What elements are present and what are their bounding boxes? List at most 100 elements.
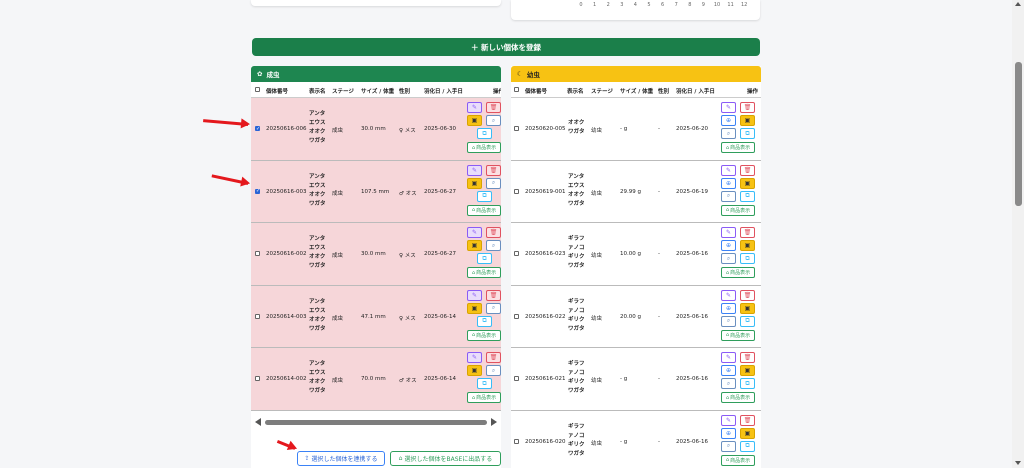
- add-individual-button[interactable]: ＋ 新しい個体を登録: [252, 38, 760, 56]
- edit-icon[interactable]: ✎: [467, 102, 482, 113]
- select-all-checkbox[interactable]: [514, 87, 519, 92]
- stage-up-icon[interactable]: ⊕: [721, 427, 736, 439]
- col-stage: ステージ: [332, 89, 354, 95]
- edit-icon[interactable]: ✎: [721, 164, 736, 176]
- size-cell: 30.0 mm: [361, 126, 386, 132]
- box-icon[interactable]: ▣: [740, 302, 755, 314]
- search-icon[interactable]: ⌕: [721, 190, 736, 202]
- scroll-down-arrow[interactable]: [1015, 461, 1021, 465]
- row-checkbox[interactable]: [255, 188, 260, 194]
- scroll-right-arrow[interactable]: [491, 418, 497, 426]
- trash-icon[interactable]: 🗑: [740, 414, 755, 426]
- row-checkbox[interactable]: [255, 251, 260, 256]
- copy-icon[interactable]: ⧉: [740, 253, 755, 264]
- copy-icon[interactable]: ⧉: [477, 253, 492, 264]
- trash-icon[interactable]: 🗑: [486, 102, 501, 113]
- base-list-button[interactable]: ⌂ 選択した個体をBASEに出品する: [390, 451, 501, 466]
- box-icon[interactable]: ▣: [740, 365, 755, 376]
- search-icon[interactable]: ⌕: [486, 240, 501, 251]
- box-icon[interactable]: ▣: [467, 365, 482, 376]
- shop-display-button[interactable]: ⌂ 商品表示: [467, 329, 501, 341]
- shop-display-button[interactable]: ⌂ 商品表示: [467, 267, 501, 278]
- trash-icon[interactable]: 🗑: [486, 352, 501, 363]
- box-icon[interactable]: ▣: [467, 240, 482, 251]
- copy-icon[interactable]: ⧉: [477, 378, 492, 389]
- trash-icon[interactable]: 🗑: [486, 227, 501, 238]
- shop-display-button[interactable]: ⌂ 商品表示: [467, 204, 501, 216]
- copy-icon[interactable]: ⧉: [740, 378, 755, 389]
- stage-up-icon[interactable]: ⊕: [721, 177, 736, 189]
- stage-up-icon[interactable]: ⊕: [721, 302, 736, 314]
- date-cell: 2025-06-27: [424, 188, 456, 195]
- copy-icon[interactable]: ⧉: [477, 315, 492, 327]
- row-checkbox[interactable]: [255, 126, 260, 132]
- trash-icon[interactable]: 🗑: [740, 227, 755, 238]
- box-icon[interactable]: ▣: [467, 115, 482, 126]
- adult-table-scrollbar[interactable]: [251, 414, 501, 430]
- edit-icon[interactable]: ✎: [721, 414, 736, 426]
- trash-icon[interactable]: 🗑: [740, 102, 755, 113]
- link-selected-button[interactable]: ⇪ 選択した個体を連携する: [297, 451, 385, 466]
- search-icon[interactable]: ⌕: [486, 177, 501, 189]
- edit-icon[interactable]: ✎: [467, 164, 482, 176]
- select-all-checkbox[interactable]: [255, 87, 260, 92]
- copy-icon[interactable]: ⧉: [740, 440, 755, 452]
- edit-icon[interactable]: ✎: [467, 352, 482, 363]
- trash-icon[interactable]: 🗑: [740, 164, 755, 176]
- stage-up-icon[interactable]: ⊕: [721, 115, 736, 126]
- scroll-up-arrow[interactable]: [1015, 2, 1021, 6]
- shop-display-button[interactable]: ⌂ 商品表示: [721, 142, 755, 153]
- copy-icon[interactable]: ⧉: [740, 315, 755, 327]
- box-icon[interactable]: ▣: [740, 240, 755, 251]
- search-icon[interactable]: ⌕: [721, 315, 736, 327]
- row-checkbox[interactable]: [255, 313, 260, 319]
- search-icon[interactable]: ⌕: [721, 440, 736, 452]
- box-icon[interactable]: ▣: [740, 427, 755, 439]
- scroll-thumb[interactable]: [265, 420, 487, 425]
- search-icon[interactable]: ⌕: [721, 128, 736, 139]
- shop-display-button[interactable]: ⌂ 商品表示: [721, 454, 755, 466]
- shop-display-button[interactable]: ⌂ 商品表示: [467, 392, 501, 403]
- row-checkbox[interactable]: [514, 188, 519, 194]
- trash-icon[interactable]: 🗑: [486, 164, 501, 176]
- trash-icon[interactable]: 🗑: [486, 289, 501, 301]
- page-scroll-thumb[interactable]: [1015, 62, 1022, 206]
- shop-display-button[interactable]: ⌂ 商品表示: [467, 142, 501, 153]
- edit-icon[interactable]: ✎: [467, 227, 482, 238]
- scroll-left-arrow[interactable]: [255, 418, 261, 426]
- page-scrollbar[interactable]: [1012, 0, 1024, 468]
- search-icon[interactable]: ⌕: [486, 115, 501, 126]
- row-checkbox[interactable]: [514, 126, 519, 131]
- shop-display-button[interactable]: ⌂ 商品表示: [721, 392, 755, 403]
- shop-display-button[interactable]: ⌂ 商品表示: [721, 204, 755, 216]
- copy-icon[interactable]: ⧉: [740, 190, 755, 202]
- edit-icon[interactable]: ✎: [467, 289, 482, 301]
- box-icon[interactable]: ▣: [467, 177, 482, 189]
- copy-icon[interactable]: ⧉: [477, 190, 492, 202]
- row-checkbox[interactable]: [514, 313, 519, 319]
- trash-icon[interactable]: 🗑: [740, 289, 755, 301]
- search-icon[interactable]: ⌕: [486, 302, 501, 314]
- copy-icon[interactable]: ⧉: [740, 128, 755, 139]
- copy-icon[interactable]: ⧉: [477, 128, 492, 139]
- edit-icon[interactable]: ✎: [721, 102, 736, 113]
- box-icon[interactable]: ▣: [740, 115, 755, 126]
- shop-display-button[interactable]: ⌂ 商品表示: [721, 329, 755, 341]
- search-icon[interactable]: ⌕: [721, 253, 736, 264]
- search-icon[interactable]: ⌕: [721, 378, 736, 389]
- row-checkbox[interactable]: [255, 376, 260, 381]
- box-icon[interactable]: ▣: [740, 177, 755, 189]
- stage-up-icon[interactable]: ⊕: [721, 240, 736, 251]
- edit-icon[interactable]: ✎: [721, 227, 736, 238]
- row-checkbox[interactable]: [514, 376, 519, 381]
- row-checkbox[interactable]: [514, 251, 519, 256]
- row-checkbox[interactable]: [514, 438, 519, 444]
- edit-icon[interactable]: ✎: [721, 289, 736, 301]
- col-id: 個体番号: [525, 89, 548, 95]
- edit-icon[interactable]: ✎: [721, 352, 736, 363]
- shop-display-button[interactable]: ⌂ 商品表示: [721, 267, 755, 278]
- stage-up-icon[interactable]: ⊕: [721, 365, 736, 376]
- search-icon[interactable]: ⌕: [486, 365, 501, 376]
- box-icon[interactable]: ▣: [467, 302, 482, 314]
- trash-icon[interactable]: 🗑: [740, 352, 755, 363]
